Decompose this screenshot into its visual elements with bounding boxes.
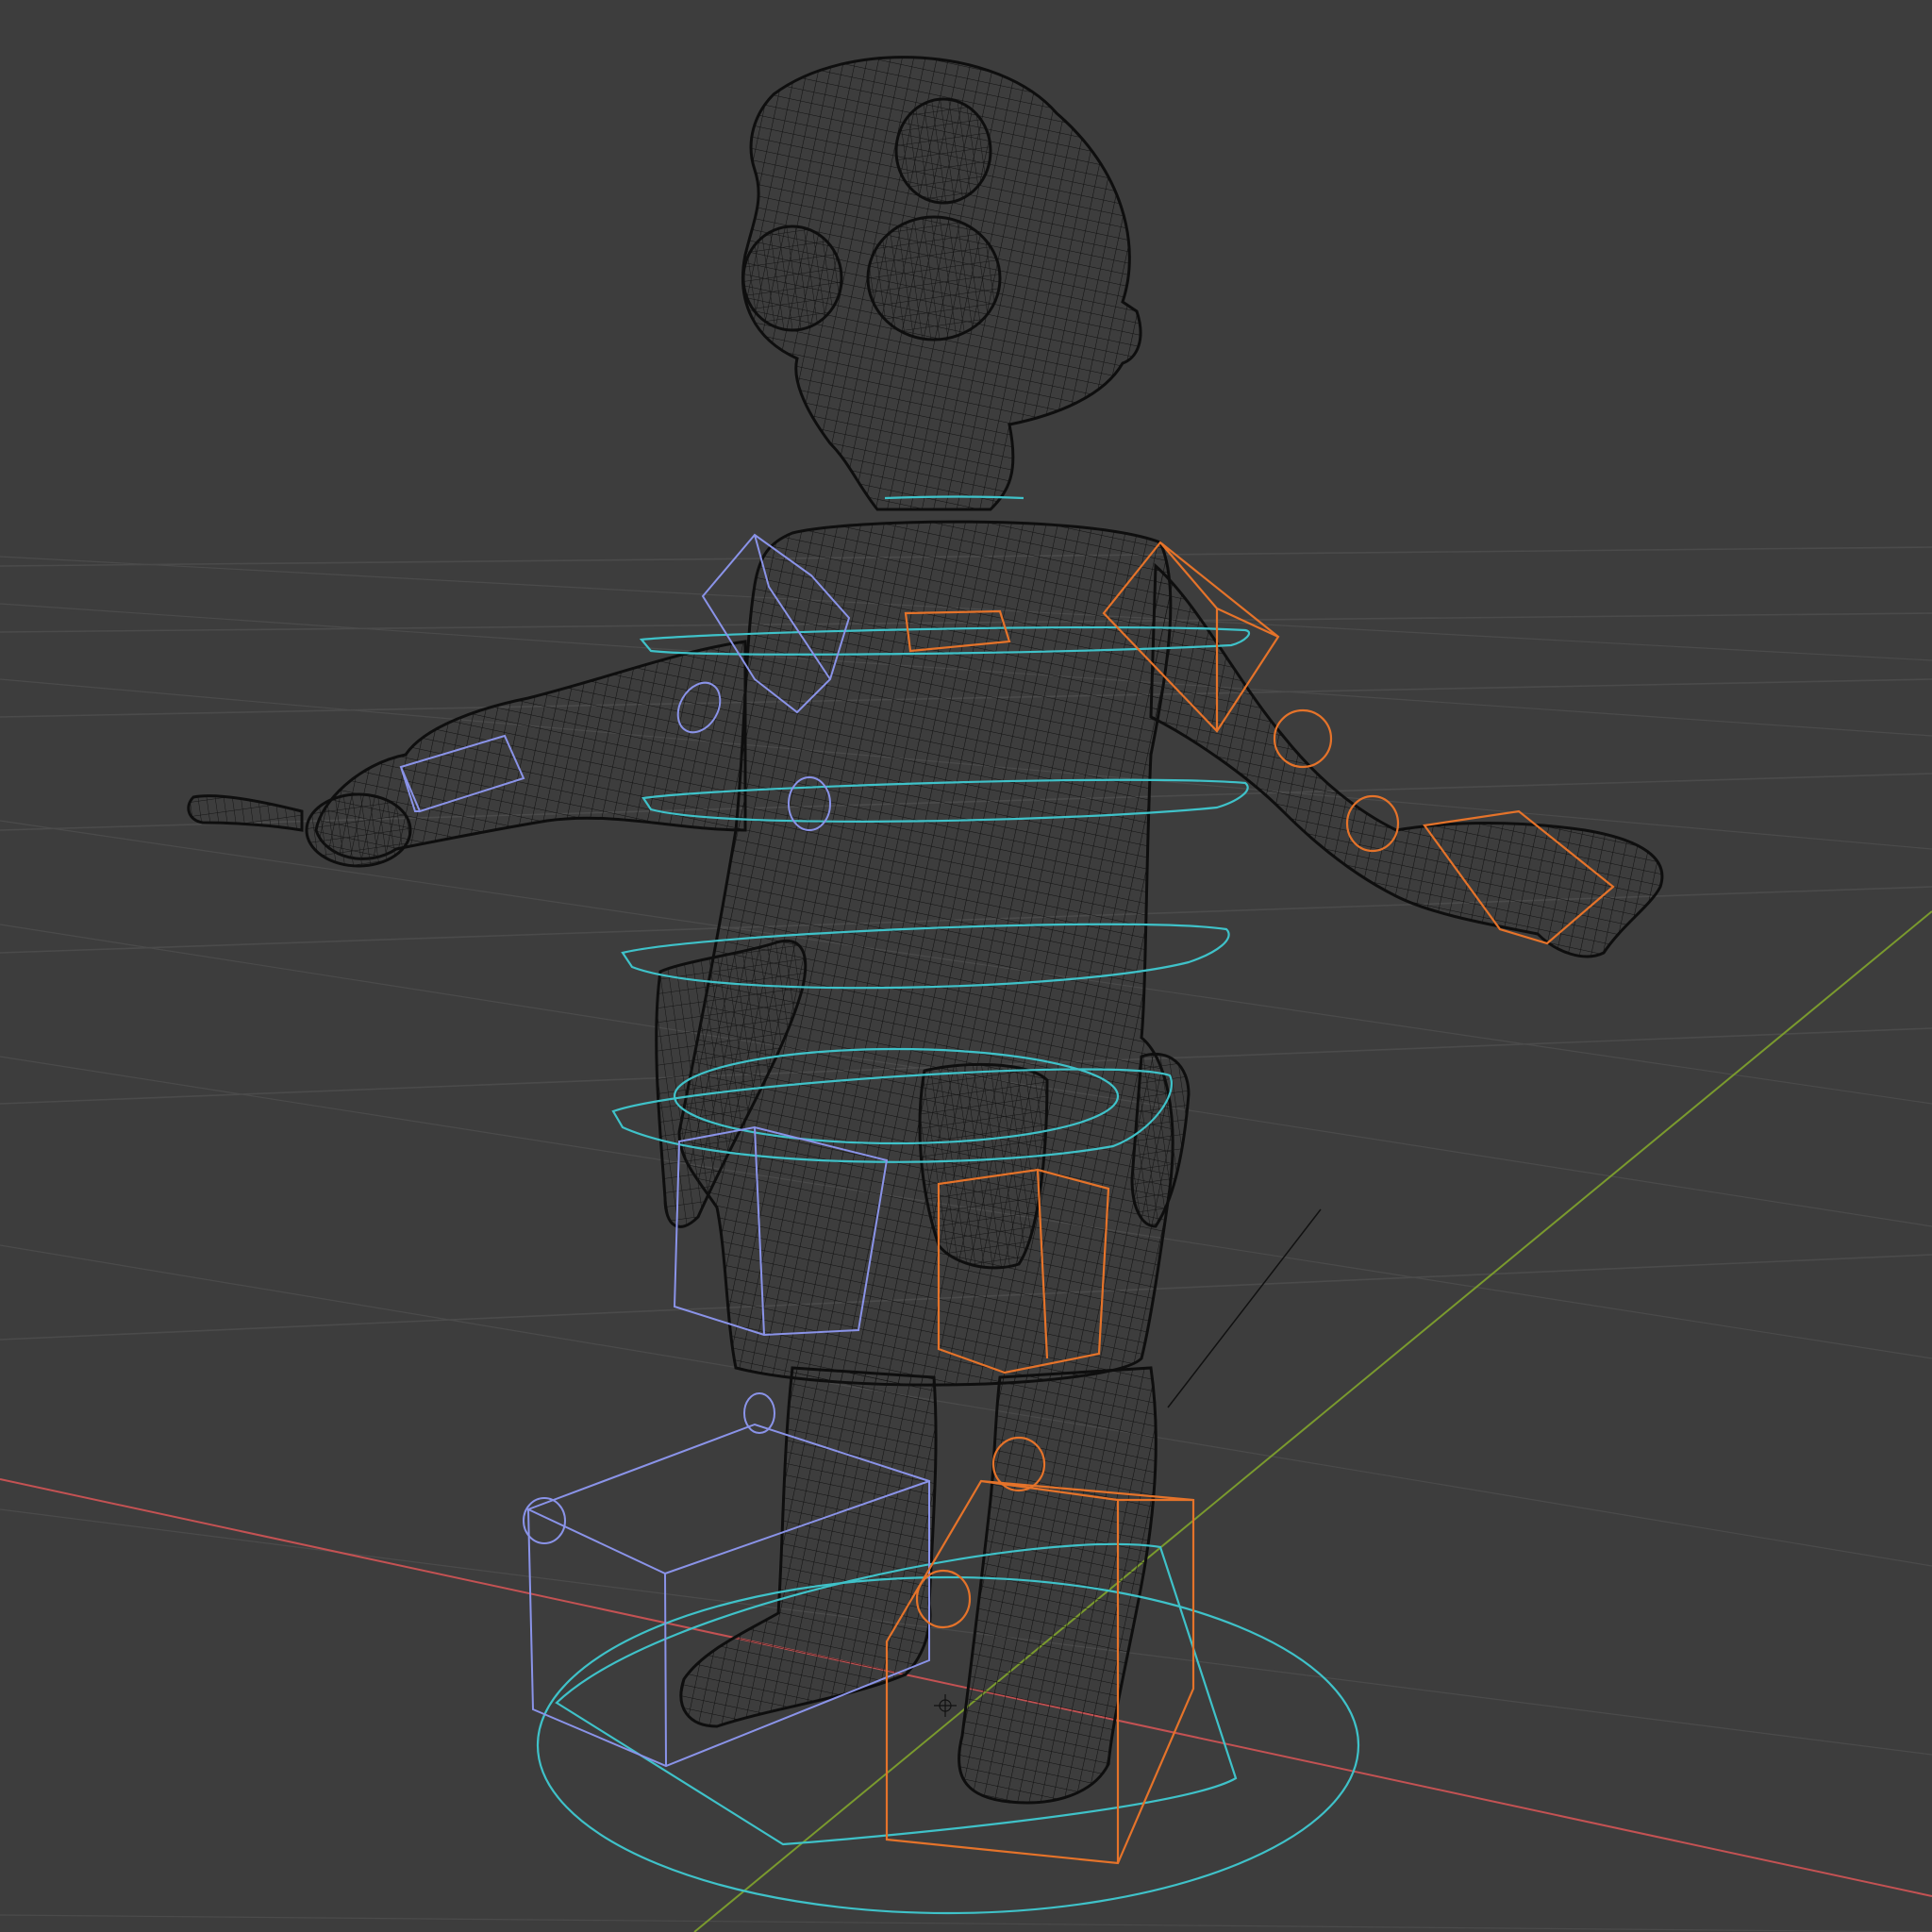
3d-viewport[interactable] [0, 0, 1932, 1932]
viewport-canvas[interactable] [0, 0, 1932, 1932]
left-hand-mesh[interactable] [305, 792, 412, 868]
left-eye-mesh [894, 97, 992, 205]
right-eye-mesh [866, 215, 1002, 341]
nose-mesh [741, 225, 843, 332]
